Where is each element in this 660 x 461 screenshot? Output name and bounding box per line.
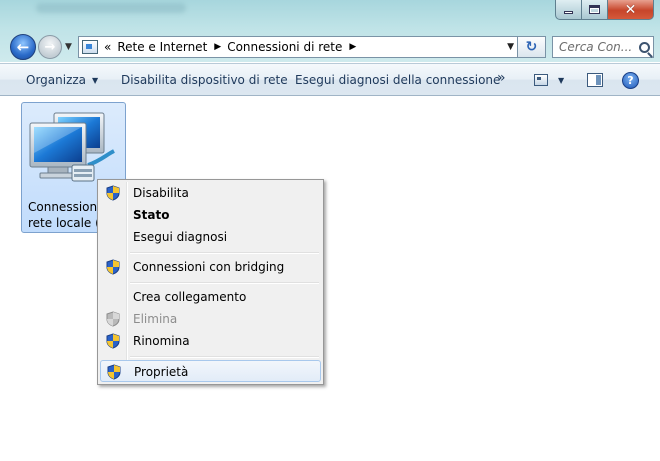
uac-shield-icon — [106, 185, 120, 201]
window-title-blurred — [36, 3, 186, 13]
more-commands-button[interactable]: » — [497, 70, 506, 86]
view-options-dropdown-icon[interactable]: ▼ — [558, 76, 564, 85]
chevron-down-icon: ▼ — [92, 75, 99, 85]
forward-button[interactable]: → — [38, 35, 62, 59]
uac-shield-icon — [107, 364, 121, 380]
forward-arrow-icon: → — [44, 39, 56, 55]
menu-separator — [130, 282, 319, 284]
breadcrumb-rete-internet[interactable]: Rete e Internet ▶ — [117, 40, 221, 54]
preview-pane-icon[interactable] — [587, 73, 603, 87]
maximize-button[interactable] — [582, 0, 608, 20]
back-arrow-icon: ← — [16, 38, 30, 56]
title-bar: ✕ ← → ▼ « Rete e Internet ▶ Connessioni d… — [0, 0, 660, 62]
organize-button[interactable]: Organizza ▼ — [26, 73, 98, 87]
close-button[interactable]: ✕ — [608, 0, 654, 20]
recent-pages-dropdown[interactable]: ▼ — [65, 42, 72, 52]
uac-shield-icon — [106, 259, 120, 275]
window-controls: ✕ — [555, 0, 654, 21]
context-menu: Disabilita Stato Esegui diagnosi Conness… — [97, 179, 324, 385]
close-icon: ✕ — [624, 1, 637, 18]
breadcrumb-prefix[interactable]: « — [104, 40, 111, 54]
search-input[interactable] — [559, 40, 637, 54]
chevron-right-icon[interactable]: ▶ — [214, 42, 221, 52]
menu-item-connessioni-bridging[interactable]: Connessioni con bridging — [100, 256, 321, 278]
help-icon[interactable]: ? — [622, 72, 639, 89]
minimize-button[interactable] — [555, 0, 582, 20]
menu-item-proprieta[interactable]: Proprietà — [100, 360, 321, 382]
refresh-button[interactable]: ↻ — [518, 36, 546, 58]
uac-shield-disabled-icon — [106, 311, 120, 327]
menu-item-crea-collegamento[interactable]: Crea collegamento — [100, 286, 321, 308]
search-icon[interactable] — [639, 41, 650, 53]
refresh-icon: ↻ — [525, 39, 538, 55]
uac-shield-icon — [106, 333, 120, 349]
disable-device-button[interactable]: Disabilita dispositivo di rete — [121, 73, 288, 87]
minimize-icon — [564, 11, 573, 14]
change-view-icon[interactable] — [534, 74, 548, 86]
explorer-window: ✕ ← → ▼ « Rete e Internet ▶ Connessioni d… — [0, 0, 660, 461]
menu-item-stato[interactable]: Stato — [100, 204, 321, 226]
diagnose-button[interactable]: Esegui diagnosi della connessione — [295, 73, 500, 87]
search-box[interactable] — [552, 36, 654, 58]
maximize-icon — [589, 5, 600, 14]
menu-item-disabilita[interactable]: Disabilita — [100, 182, 321, 204]
menu-item-rinomina[interactable]: Rinomina — [100, 330, 321, 352]
address-dropdown-icon[interactable]: ▼ — [507, 42, 514, 52]
back-button[interactable]: ← — [10, 34, 36, 60]
menu-separator — [130, 356, 319, 358]
breadcrumb-connessioni-di-rete[interactable]: Connessioni di rete ▶ — [227, 40, 356, 54]
menu-item-elimina: Elimina — [100, 308, 321, 330]
address-bar[interactable]: « Rete e Internet ▶ Connessioni di rete ▶ … — [78, 36, 518, 58]
menu-item-esegui-diagnosi[interactable]: Esegui diagnosi — [100, 226, 321, 248]
chevron-right-icon[interactable]: ▶ — [349, 42, 356, 52]
command-bar: Organizza ▼ Disabilita dispositivo di ret… — [0, 63, 660, 96]
menu-separator — [130, 252, 319, 254]
control-panel-icon — [82, 40, 98, 54]
